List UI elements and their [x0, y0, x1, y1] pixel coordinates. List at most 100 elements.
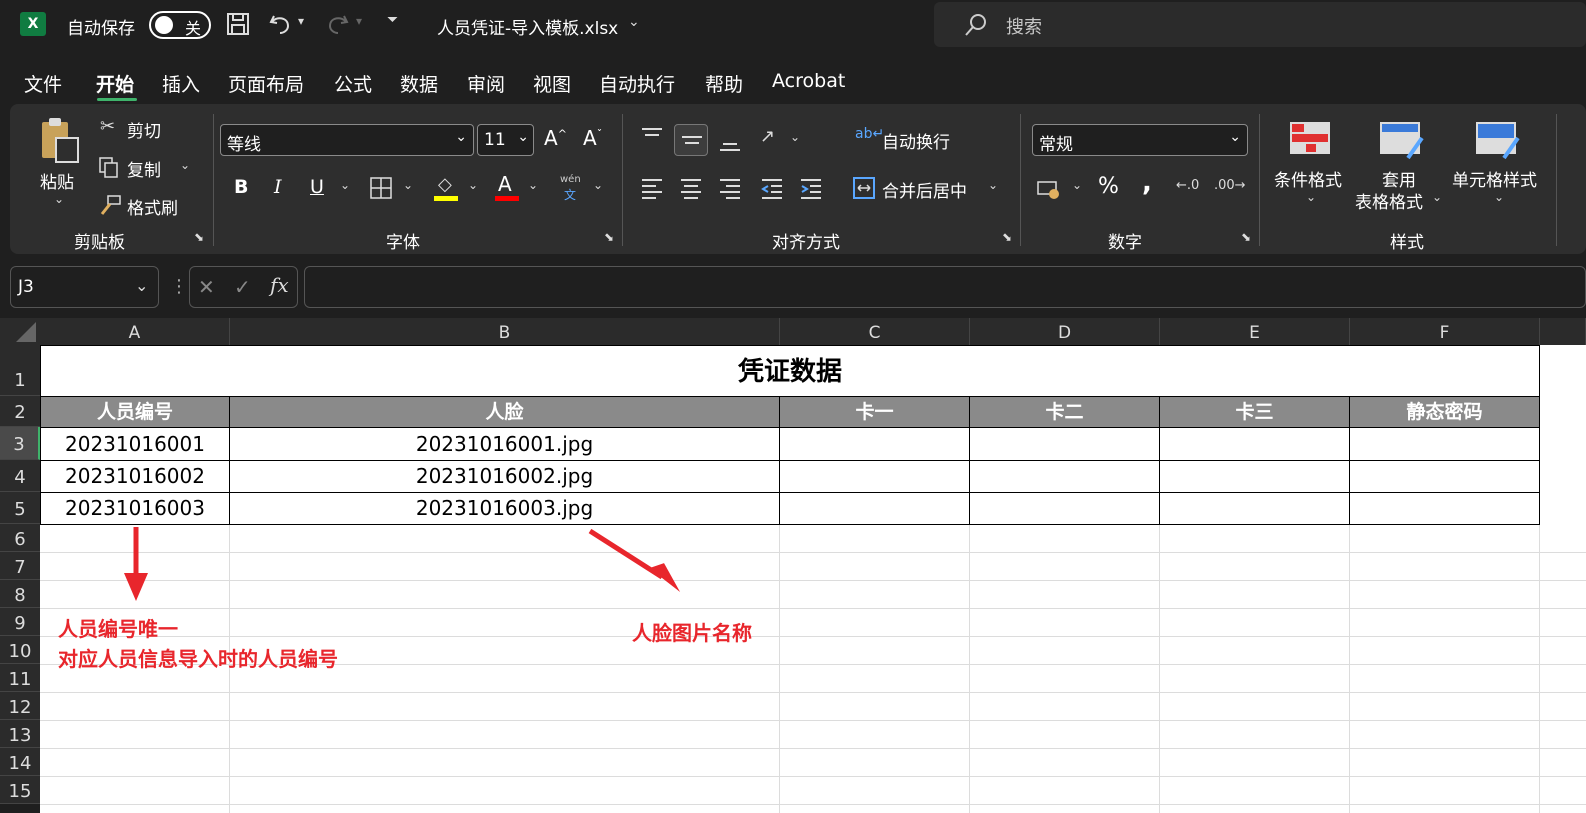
- insert-function-icon[interactable]: fx: [270, 273, 289, 297]
- tab-view[interactable]: 视图: [533, 70, 571, 97]
- redo-dropdown-icon[interactable]: ▾: [356, 14, 362, 28]
- row-header[interactable]: 1: [0, 345, 40, 396]
- row-header[interactable]: 9: [0, 608, 40, 636]
- conditional-formatting-icon[interactable]: [1288, 120, 1332, 156]
- table-cell[interactable]: [1349, 492, 1540, 525]
- header-cell[interactable]: 卡一: [779, 396, 970, 428]
- row-header[interactable]: 5: [0, 492, 40, 524]
- fill-color-dropdown-icon[interactable]: ⌄: [468, 178, 478, 192]
- tab-data[interactable]: 数据: [400, 70, 438, 97]
- format-painter-icon[interactable]: [98, 194, 122, 216]
- redo-icon[interactable]: [326, 12, 350, 36]
- save-icon[interactable]: [226, 12, 250, 36]
- column-header-d[interactable]: D: [970, 318, 1160, 345]
- tab-insert[interactable]: 插入: [162, 70, 200, 97]
- align-right-icon[interactable]: [718, 176, 742, 200]
- borders-icon[interactable]: [370, 177, 392, 199]
- paste-dropdown-icon[interactable]: ⌄: [54, 192, 64, 206]
- row-header[interactable]: 7: [0, 552, 40, 580]
- accounting-format-icon[interactable]: [1036, 178, 1062, 200]
- merge-center-icon[interactable]: [852, 176, 876, 200]
- table-cell[interactable]: [969, 427, 1160, 461]
- row-header[interactable]: 6: [0, 524, 40, 552]
- tab-automate[interactable]: 自动执行: [599, 70, 675, 97]
- italic-button[interactable]: I: [274, 176, 282, 198]
- number-launcher-icon[interactable]: ⬊: [1241, 230, 1251, 244]
- more-options-icon[interactable]: ⋮: [170, 276, 188, 297]
- decrease-indent-icon[interactable]: [760, 176, 784, 200]
- undo-dropdown-icon[interactable]: ▾: [298, 14, 304, 28]
- clipboard-launcher-icon[interactable]: ⬊: [194, 230, 204, 244]
- shrink-font-icon[interactable]: Aˇ: [583, 126, 602, 150]
- undo-icon[interactable]: [268, 12, 292, 36]
- orientation-icon[interactable]: ↗: [760, 126, 775, 147]
- tab-page-layout[interactable]: 页面布局: [228, 70, 304, 97]
- row-header[interactable]: 2: [0, 396, 40, 427]
- table-cell[interactable]: 20231016002.jpg: [229, 460, 780, 493]
- column-header-a[interactable]: A: [40, 318, 230, 345]
- bold-button[interactable]: B: [234, 176, 248, 198]
- percent-style-button[interactable]: %: [1098, 174, 1119, 199]
- row-header[interactable]: 4: [0, 460, 40, 492]
- font-size-select[interactable]: 11 ⌄: [477, 124, 534, 156]
- conditional-dropdown-icon[interactable]: ⌄: [1306, 190, 1316, 204]
- customize-toolbar-icon[interactable]: ⏷: [387, 12, 398, 28]
- alignment-launcher-icon[interactable]: ⬊: [1002, 230, 1012, 244]
- paste-label[interactable]: 粘贴: [40, 168, 74, 193]
- copy-button[interactable]: 复制: [127, 156, 161, 181]
- orientation-dropdown-icon[interactable]: ⌄: [790, 130, 800, 144]
- row-header[interactable]: 15: [0, 776, 40, 804]
- format-as-table-icon[interactable]: [1378, 120, 1424, 160]
- tab-file[interactable]: 文件: [24, 70, 62, 97]
- copy-icon[interactable]: [98, 156, 120, 178]
- cut-icon[interactable]: ✂: [100, 116, 115, 137]
- table-cell[interactable]: 20231016001.jpg: [229, 427, 780, 461]
- row-header[interactable]: 14: [0, 748, 40, 776]
- header-cell[interactable]: 人脸: [229, 396, 780, 428]
- number-format-select[interactable]: 常规 ⌄: [1032, 124, 1248, 156]
- table-cell[interactable]: 20231016002: [40, 460, 230, 493]
- table-cell[interactable]: [1349, 427, 1540, 461]
- row-header[interactable]: 11: [0, 664, 40, 692]
- underline-button[interactable]: U: [310, 176, 324, 198]
- cancel-icon[interactable]: ✕: [198, 275, 215, 299]
- wrap-text-icon[interactable]: ab↵: [855, 126, 884, 142]
- phonetic-guide-icon[interactable]: wén 文: [558, 174, 586, 204]
- search-box[interactable]: 搜索: [934, 2, 1586, 47]
- increase-decimal-icon[interactable]: ←.0: [1176, 178, 1199, 193]
- merge-dropdown-icon[interactable]: ⌄: [988, 178, 998, 192]
- cell-styles-button[interactable]: 单元格样式: [1452, 166, 1537, 191]
- cell-styles-icon[interactable]: [1474, 120, 1520, 160]
- header-cell[interactable]: 静态密码: [1349, 396, 1540, 428]
- table-cell[interactable]: [1159, 492, 1350, 525]
- chevron-down-icon[interactable]: ⌄: [135, 276, 148, 295]
- column-header-g[interactable]: [1540, 318, 1586, 345]
- comma-style-button[interactable]: ,: [1142, 168, 1152, 198]
- merge-center-button[interactable]: 合并后居中: [882, 177, 967, 202]
- tab-review[interactable]: 审阅: [467, 70, 505, 97]
- align-top-icon[interactable]: [640, 126, 664, 148]
- header-cell[interactable]: 人员编号: [40, 396, 230, 428]
- table-cell[interactable]: 20231016003: [40, 492, 230, 525]
- wrap-text-button[interactable]: 自动换行: [882, 128, 950, 153]
- table-cell[interactable]: [779, 460, 970, 493]
- fill-color-button[interactable]: ◇: [432, 174, 462, 204]
- table-cell[interactable]: [969, 492, 1160, 525]
- autosave-toggle[interactable]: 关: [149, 11, 211, 39]
- table-cell[interactable]: [1159, 427, 1350, 461]
- table-cell[interactable]: [1349, 460, 1540, 493]
- worksheet[interactable]: 凭证数据 人员编号 人脸 卡一 卡二 卡三 静态密码 20231016001 2…: [40, 345, 1586, 813]
- increase-indent-icon[interactable]: [799, 176, 823, 200]
- borders-dropdown-icon[interactable]: ⌄: [403, 178, 413, 192]
- table-cell[interactable]: [779, 492, 970, 525]
- header-cell[interactable]: 卡三: [1159, 396, 1350, 428]
- grow-font-icon[interactable]: A^: [544, 126, 567, 150]
- table-cell[interactable]: [1159, 460, 1350, 493]
- name-box[interactable]: J3 ⌄: [10, 266, 159, 308]
- column-header-b[interactable]: B: [230, 318, 780, 345]
- tab-acrobat[interactable]: Acrobat: [772, 70, 845, 92]
- row-header[interactable]: 10: [0, 636, 40, 664]
- cell-styles-dropdown-icon[interactable]: ⌄: [1494, 190, 1504, 204]
- accounting-dropdown-icon[interactable]: ⌄: [1072, 178, 1082, 192]
- align-bottom-icon[interactable]: [718, 130, 742, 154]
